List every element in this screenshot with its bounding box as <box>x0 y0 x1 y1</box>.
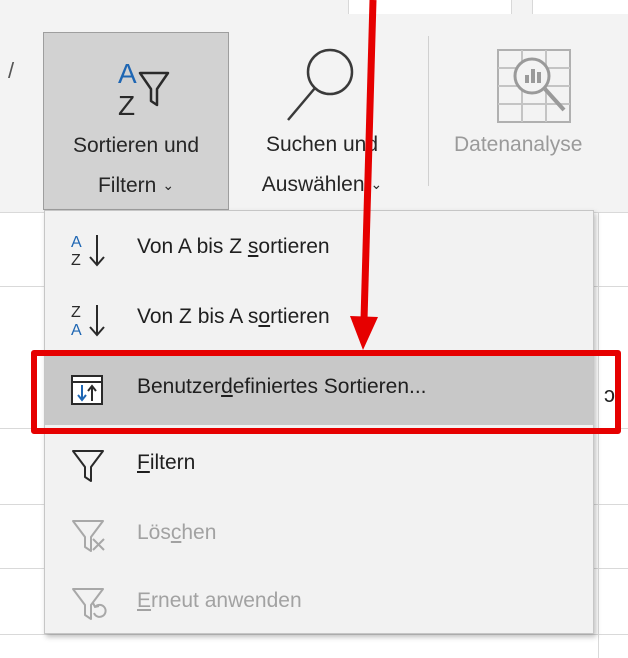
sort-filter-label-2: Filtern ⌄ <box>97 174 175 197</box>
menu-item-sort-a-z[interactable]: A Z Von A bis Z sortieren <box>45 215 593 285</box>
menu-item-label: Von Z bis A sortieren <box>137 305 330 328</box>
menu-item-sort-z-a[interactable]: Z A Von Z bis A sortieren <box>45 285 593 355</box>
sort-filter-button[interactable]: A Z Sortieren und Filtern ⌄ <box>43 32 229 210</box>
svg-text:Z: Z <box>118 90 135 121</box>
clear-filter-icon <box>69 517 109 555</box>
svg-text:Z: Z <box>71 304 81 321</box>
find-select-label-1: Suchen und <box>265 133 379 156</box>
sort-filter-icon: A Z <box>44 43 228 133</box>
ribbon-separator <box>428 36 429 186</box>
chevron-down-icon: ⌄ <box>162 177 175 193</box>
menu-item-reapply[interactable]: Erneut anwenden <box>45 569 593 639</box>
menu-item-label: Filtern <box>137 451 196 474</box>
data-analysis-button[interactable]: Datenanalyse <box>448 32 628 210</box>
grid-column-line <box>598 212 599 658</box>
data-analysis-label: Datenanalyse <box>454 133 583 156</box>
ribbon-tab-stub <box>348 0 512 14</box>
menu-item-label: Erneut anwenden <box>137 589 302 612</box>
chevron-down-icon: ⌄ <box>370 176 383 192</box>
find-select-label-2: Auswählen ⌄ <box>261 173 383 196</box>
menu-item-label: Löschen <box>137 521 217 544</box>
sort-filter-label-1: Sortieren und <box>72 134 200 157</box>
menu-item-label: Von A bis Z sortieren <box>137 235 330 258</box>
data-analysis-icon <box>448 42 628 132</box>
ribbon-tab-stub <box>532 0 628 14</box>
svg-text:A: A <box>71 234 82 251</box>
find-select-button[interactable]: Suchen und Auswählen ⌄ <box>232 32 412 210</box>
highlight-box <box>31 350 621 434</box>
chevron-left-icon: / <box>8 58 15 83</box>
svg-text:A: A <box>71 322 82 339</box>
menu-item-clear[interactable]: Löschen <box>45 501 593 571</box>
sort-z-to-a-icon: Z A <box>69 301 109 339</box>
sort-a-to-z-icon: A Z <box>69 231 109 269</box>
ribbon: / A Z Sortieren und Filtern ⌄ Suchen und … <box>0 0 628 212</box>
menu-item-filter[interactable]: Filtern <box>45 431 593 501</box>
filter-icon <box>69 447 109 485</box>
svg-text:A: A <box>118 58 137 89</box>
magnifier-icon <box>232 42 412 132</box>
svg-text:Z: Z <box>71 252 81 269</box>
reapply-filter-icon <box>69 585 109 623</box>
